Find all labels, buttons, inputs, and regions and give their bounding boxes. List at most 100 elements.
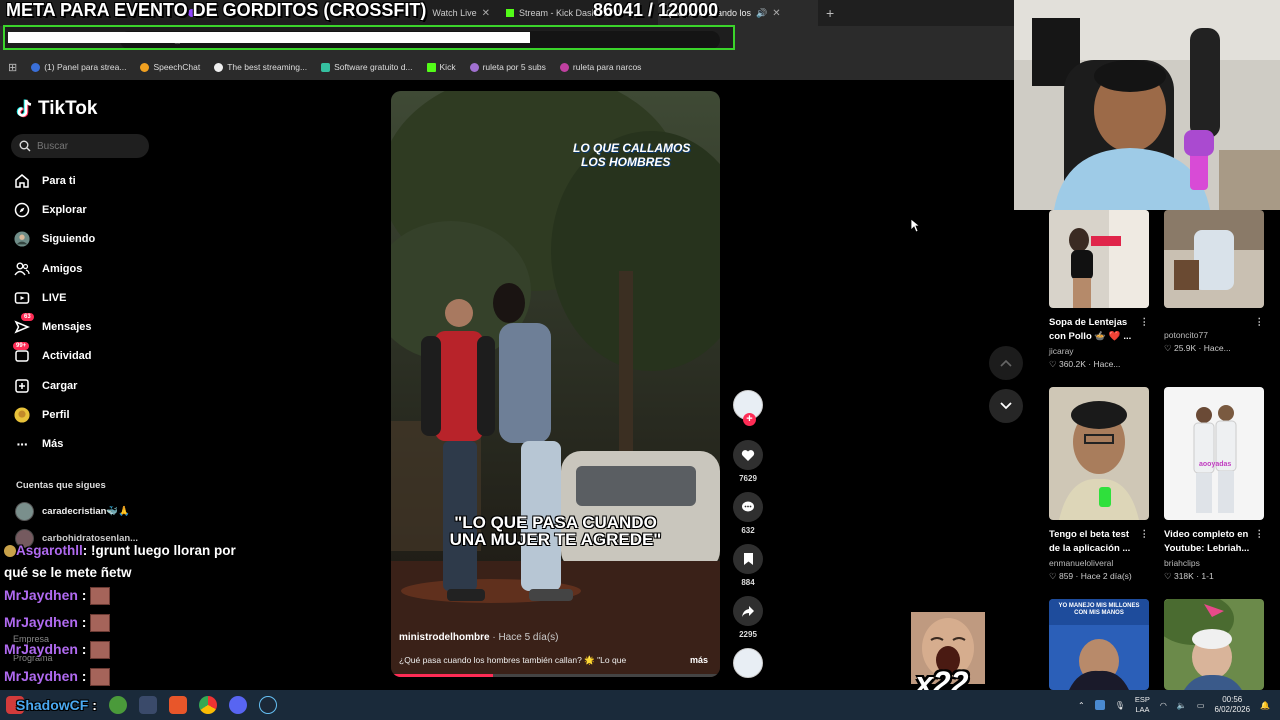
new-tab-button[interactable]: + [818, 5, 842, 21]
webcam-feed [1014, 0, 1280, 210]
bookmark-item[interactable]: ruleta para narcos [559, 62, 641, 72]
speaker-icon: 🔊 [756, 7, 768, 18]
share-button[interactable] [733, 596, 763, 626]
video-player[interactable]: LO QUE CALLAMOS LOS HOMBRES "LO QUE PASA… [391, 91, 720, 677]
steam-icon[interactable] [258, 696, 277, 714]
kebab-menu-icon[interactable]: ⋮ [1255, 316, 1265, 330]
taskbar-app-icon[interactable] [138, 696, 157, 714]
creator-avatar[interactable]: + [733, 390, 763, 426]
video-card-user[interactable]: briahclips [1164, 558, 1264, 568]
search-icon [19, 140, 31, 152]
video-card-user[interactable]: enmanueloliveral [1049, 558, 1149, 568]
sidebar-item-cargar[interactable]: Cargar [14, 371, 164, 400]
sidebar-item-explorar[interactable]: Explorar [14, 195, 164, 224]
notification-badge: 63 [21, 313, 34, 322]
kebab-menu-icon[interactable]: ⋮ [1140, 316, 1150, 330]
video-card[interactable]: YO MANEJO MIS MILLONES CON MIS MANOS [1049, 599, 1149, 690]
language-indicator[interactable]: ESP LAA [1135, 695, 1150, 715]
close-icon[interactable]: ✕ [482, 8, 490, 19]
previous-video-button[interactable] [989, 346, 1023, 380]
video-progress-bar[interactable] [391, 674, 720, 677]
sidebar-item-mas[interactable]: ··· Más [14, 430, 164, 459]
video-card-user[interactable]: potoncito77 [1164, 330, 1264, 340]
music-disc-icon[interactable] [733, 648, 763, 678]
brave-browser-icon[interactable] [168, 696, 187, 714]
video-card[interactable]: aooyadas Video completo en Youtube: Lebri… [1164, 387, 1264, 582]
bookmark-label: ruleta por 5 subs [482, 62, 546, 72]
chrome-browser-icon[interactable] [198, 696, 217, 714]
next-video-button[interactable] [989, 389, 1023, 423]
video-card-user[interactable]: jicaray [1049, 346, 1149, 356]
volume-icon[interactable]: 🔈 [1177, 701, 1187, 710]
chat-text: : [77, 668, 87, 684]
kick-icon [506, 9, 514, 17]
microphone-icon[interactable]: 🎙 [1115, 701, 1125, 710]
like-button[interactable] [733, 440, 763, 470]
profile-icon [14, 407, 30, 423]
video-thumbnail[interactable] [1049, 210, 1149, 308]
video-thumbnail[interactable] [1164, 210, 1264, 308]
kebab-menu-icon[interactable]: ⋮ [1140, 528, 1150, 542]
video-card[interactable] [1164, 599, 1264, 690]
video-thumbnail[interactable] [1164, 599, 1264, 690]
bookmark-item[interactable]: The best streaming... [214, 62, 307, 72]
chevron-up-icon [1000, 359, 1012, 367]
discord-icon[interactable] [228, 696, 247, 714]
goal-progress-bar [3, 25, 735, 50]
avatar [15, 502, 34, 521]
tiktok-logo[interactable]: TikTok [16, 98, 97, 120]
video-watermark: LO QUE CALLAMOS LOS HOMBRES [573, 141, 690, 169]
video-frame [391, 91, 720, 677]
video-thumbnail[interactable] [1049, 387, 1149, 520]
video-author[interactable]: ministrodelhombre · Hace 5 día(s) [399, 632, 559, 643]
avatar-icon [14, 231, 30, 247]
chat-message: MrJaydhen : [4, 641, 111, 660]
bookmark-item[interactable]: Kick [426, 62, 456, 72]
search-input[interactable] [37, 140, 137, 152]
thumbnail-image [1049, 387, 1149, 520]
chevron-up-icon[interactable]: ⌃ [1078, 701, 1085, 710]
sidebar-item-mensajes[interactable]: 63 Mensajes [14, 312, 164, 341]
comment-button[interactable] [733, 492, 763, 522]
chat-username: MrJaydhen [4, 668, 78, 684]
bookmark-item[interactable]: (1) Panel para strea... [31, 62, 126, 72]
bookmark-item[interactable]: SpeechChat [140, 62, 200, 72]
clock[interactable]: 00:56 6/02/2026 [1214, 695, 1250, 715]
network-icon[interactable] [1094, 700, 1105, 710]
search-box[interactable] [11, 134, 149, 158]
chat-text: : !grunt luego lloran por [82, 543, 236, 558]
sidebar-item-perfil[interactable]: Perfil [14, 400, 164, 429]
bookmark-favicon-icon [559, 62, 569, 72]
emote-icon [90, 668, 111, 687]
following-account[interactable]: caradecristian🐳🙏 [15, 502, 130, 521]
notifications-icon[interactable]: 🔔 [1260, 701, 1270, 710]
video-card[interactable]: Tengo el beta test de la aplicación ... ⋮ … [1049, 387, 1149, 582]
save-button[interactable] [733, 544, 763, 574]
more-button[interactable]: más [690, 655, 708, 665]
sidebar-item-amigos[interactable]: Amigos [14, 254, 164, 283]
battery-icon[interactable]: ▭ [1197, 701, 1205, 710]
video-card[interactable]: ⋮ potoncito77 ♡ 25.9K · Hace... [1164, 210, 1264, 354]
video-thumbnail[interactable]: YO MANEJO MIS MILLONES CON MIS MANOS [1049, 599, 1149, 690]
kebab-menu-icon[interactable]: ⋮ [1255, 528, 1265, 542]
title-line: Sopa de Lentejas [1049, 317, 1128, 328]
sidebar-item-live[interactable]: LIVE [14, 283, 164, 312]
follow-plus-icon[interactable]: + [743, 413, 756, 426]
title-line: Youtube: Lebriah... [1164, 543, 1250, 554]
sidebar-item-actividad[interactable]: 99+ Actividad [13, 342, 164, 371]
video-card[interactable]: Sopa de Lentejas con Pollo 🍲 ❤️ ... ⋮ jica… [1049, 210, 1149, 370]
bookmark-item[interactable]: ruleta por 5 subs [469, 62, 546, 72]
chat-username: Asgarothll [16, 543, 83, 558]
video-card-title: Tengo el beta test de la aplicación ... ⋮ [1049, 528, 1149, 556]
video-thumbnail[interactable]: aooyadas [1164, 387, 1264, 520]
close-icon[interactable]: ✕ [772, 8, 780, 19]
sidebar-item-siguiendo[interactable]: Siguiendo [14, 225, 164, 254]
sidebar-item-para-ti[interactable]: Para ti [14, 166, 164, 195]
bookmark-label: SpeechChat [153, 62, 201, 72]
bookmark-item[interactable]: Software gratuito d... [321, 62, 413, 72]
bookmark-label: The best streaming... [227, 62, 308, 72]
apps-grid-icon[interactable]: ⊞ [8, 61, 17, 74]
wifi-icon[interactable]: ◠ [1160, 701, 1167, 710]
bookmark-favicon-icon [469, 62, 479, 72]
friends-icon [14, 261, 30, 277]
